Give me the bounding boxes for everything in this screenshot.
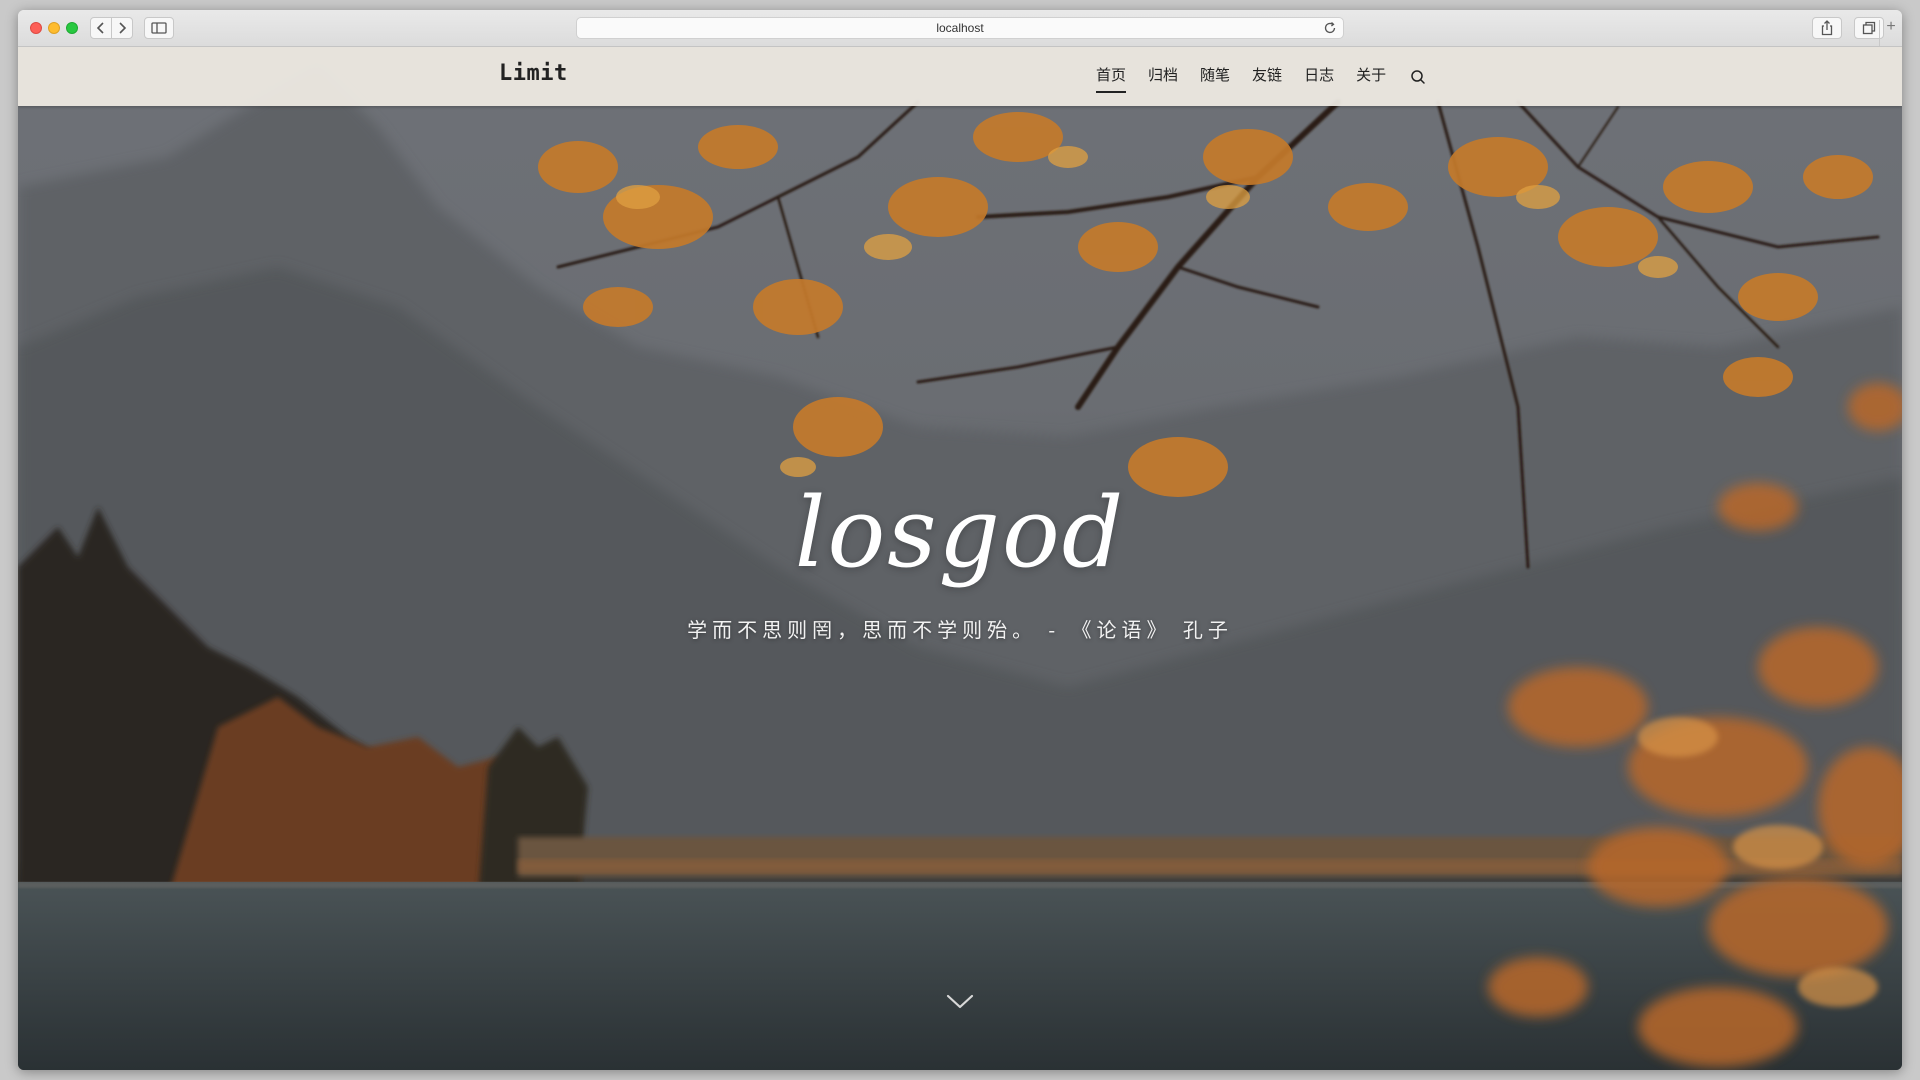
- browser-window: localhost + Limit 首页 归档 随笔 友链 日志 关于 losg…: [18, 10, 1902, 1070]
- forward-button[interactable]: [111, 17, 133, 39]
- reload-icon[interactable]: [1323, 21, 1337, 35]
- tabs-overview-icon: [1862, 21, 1876, 35]
- site-nav: 首页 归档 随笔 友链 日志 关于: [1096, 66, 1426, 93]
- hero-quote: 学而不思则罔，思而不学则殆。 - 《论语》 孔子: [687, 618, 1233, 642]
- address-bar[interactable]: localhost: [576, 17, 1344, 39]
- nav-links[interactable]: 友链: [1252, 66, 1282, 86]
- share-button[interactable]: [1812, 17, 1842, 39]
- nav-archive[interactable]: 归档: [1148, 66, 1178, 86]
- maximize-window-button[interactable]: [66, 22, 78, 34]
- back-button[interactable]: [90, 17, 112, 39]
- nav-home[interactable]: 首页: [1096, 66, 1127, 93]
- chevron-right-icon: [119, 22, 127, 34]
- chevron-left-icon: [96, 22, 104, 34]
- site-logo[interactable]: Limit: [499, 61, 568, 86]
- close-window-button[interactable]: [30, 22, 42, 34]
- page-viewport: Limit 首页 归档 随笔 友链 日志 关于 losgod 学而不思则罔，思而…: [18, 47, 1902, 1070]
- sidebar-icon: [151, 22, 167, 34]
- minimize-window-button[interactable]: [48, 22, 60, 34]
- browser-toolbar: localhost +: [18, 10, 1902, 47]
- share-icon: [1821, 20, 1833, 36]
- search-icon[interactable]: [1410, 69, 1426, 85]
- sidebar-toggle-button[interactable]: [144, 17, 174, 39]
- address-text: localhost: [936, 21, 984, 35]
- site-header: Limit 首页 归档 随笔 友链 日志 关于: [18, 47, 1902, 106]
- chevron-down-icon[interactable]: [942, 991, 978, 1013]
- hero-title: losgod: [794, 477, 1126, 589]
- nav-essays[interactable]: 随笔: [1200, 66, 1230, 86]
- nav-about[interactable]: 关于: [1356, 66, 1386, 86]
- nav-log[interactable]: 日志: [1304, 66, 1334, 86]
- new-tab-button[interactable]: +: [1879, 19, 1902, 46]
